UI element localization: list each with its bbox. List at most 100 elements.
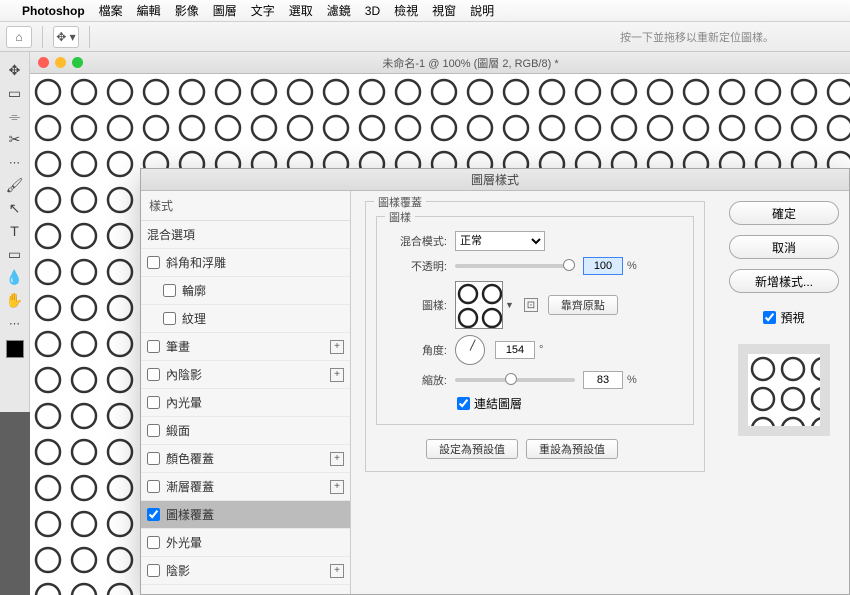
options-bar: ⌂ ✥ ▾ 按一下並拖移以重新定位圖樣。: [0, 22, 850, 52]
preview-thumbnail: [738, 344, 830, 436]
style-checkbox[interactable]: [147, 256, 160, 269]
style-checkbox[interactable]: [147, 480, 160, 493]
blend-options-row[interactable]: 混合選項: [141, 221, 350, 249]
menu-item[interactable]: 圖層: [213, 2, 237, 19]
add-effect-icon[interactable]: +: [330, 452, 344, 466]
more-icon[interactable]: ⋯: [2, 312, 28, 334]
document-titlebar: 未命名-1 @ 100% (圖層 2, RGB/8) *: [30, 52, 850, 74]
style-row[interactable]: 紋理: [141, 305, 350, 333]
link-layer-checkbox[interactable]: 連結圖層: [457, 395, 683, 412]
cancel-button[interactable]: 取消: [729, 235, 839, 259]
separator: [42, 26, 43, 48]
marquee-tool-icon[interactable]: ▭: [2, 82, 28, 104]
panel-dock: [0, 412, 30, 595]
ok-button[interactable]: 確定: [729, 201, 839, 225]
new-pattern-icon[interactable]: ⊡: [524, 298, 538, 312]
add-effect-icon[interactable]: +: [330, 368, 344, 382]
style-row[interactable]: 緞面: [141, 417, 350, 445]
menu-item[interactable]: 選取: [289, 2, 313, 19]
path-tool-icon[interactable]: ↖: [2, 197, 28, 219]
menu-item[interactable]: 說明: [470, 2, 494, 19]
angle-input[interactable]: 154: [495, 341, 535, 359]
type-tool-icon[interactable]: T: [2, 220, 28, 242]
style-checkbox[interactable]: [147, 424, 160, 437]
reset-default-button[interactable]: 重設為預設值: [526, 439, 618, 459]
opacity-slider[interactable]: [455, 264, 575, 268]
section-label: 圖樣覆蓋: [374, 194, 426, 210]
pattern-label: 圖樣:: [387, 297, 447, 313]
style-row[interactable]: 顏色覆蓋+: [141, 445, 350, 473]
style-row[interactable]: 內光暈: [141, 389, 350, 417]
close-window-icon[interactable]: [38, 57, 49, 68]
menu-item[interactable]: 檔案: [99, 2, 123, 19]
style-label: 輪廓: [182, 282, 344, 299]
style-checkbox[interactable]: [147, 396, 160, 409]
rectangle-tool-icon[interactable]: ▭: [2, 243, 28, 265]
style-row[interactable]: 圖樣覆蓋: [141, 501, 350, 529]
eyedropper-tool-icon[interactable]: 💧: [2, 266, 28, 288]
zoom-window-icon[interactable]: [72, 57, 83, 68]
menu-item[interactable]: 編輯: [137, 2, 161, 19]
style-row[interactable]: 漸層覆蓋+: [141, 473, 350, 501]
degree-label: °: [539, 344, 543, 356]
style-row[interactable]: 筆畫+: [141, 333, 350, 361]
style-row[interactable]: 陰影+: [141, 557, 350, 585]
style-checkbox[interactable]: [147, 564, 160, 577]
make-default-button[interactable]: 設定為預設值: [426, 439, 518, 459]
style-row[interactable]: 外光暈: [141, 529, 350, 557]
style-checkbox[interactable]: [147, 452, 160, 465]
hand-tool-icon[interactable]: ✋: [2, 289, 28, 311]
move-tool-icon[interactable]: ✥: [2, 59, 28, 81]
menu-item[interactable]: 影像: [175, 2, 199, 19]
style-checkbox[interactable]: [163, 284, 176, 297]
add-effect-icon[interactable]: +: [330, 480, 344, 494]
style-checkbox[interactable]: [147, 508, 160, 521]
snap-origin-button[interactable]: 靠齊原點: [548, 295, 618, 315]
menu-item[interactable]: 視窗: [432, 2, 456, 19]
menu-item[interactable]: 3D: [365, 4, 380, 18]
crop-tool-icon[interactable]: ✂: [2, 128, 28, 150]
foreground-color-swatch[interactable]: [6, 340, 24, 358]
style-checkbox[interactable]: [147, 340, 160, 353]
chevron-down-icon[interactable]: ▼: [505, 300, 514, 310]
style-label: 外光暈: [166, 534, 344, 551]
document-title: 未命名-1 @ 100% (圖層 2, RGB/8) *: [91, 55, 850, 71]
opacity-label: 不透明:: [387, 258, 447, 274]
brush-tool-icon[interactable]: 🖌: [2, 174, 28, 196]
style-checkbox[interactable]: [147, 536, 160, 549]
style-label: 陰影: [166, 562, 330, 579]
scale-slider[interactable]: [455, 378, 575, 382]
menu-item[interactable]: 檢視: [394, 2, 418, 19]
new-style-button[interactable]: 新增樣式...: [729, 269, 839, 293]
preview-input[interactable]: [763, 311, 776, 324]
preview-checkbox[interactable]: 預視: [763, 309, 804, 326]
style-checkbox[interactable]: [147, 368, 160, 381]
style-checkbox[interactable]: [163, 312, 176, 325]
style-row[interactable]: 輪廓: [141, 277, 350, 305]
home-button[interactable]: ⌂: [6, 26, 32, 48]
menu-item[interactable]: 文字: [251, 2, 275, 19]
blend-mode-label: 混合模式:: [387, 233, 447, 249]
move-tool-button[interactable]: ✥ ▾: [53, 26, 79, 48]
link-layer-input[interactable]: [457, 397, 470, 410]
separator: [89, 26, 90, 48]
blend-mode-select[interactable]: 正常: [455, 231, 545, 251]
dialog-buttons: 確定 取消 新增樣式... 預視: [719, 191, 849, 594]
add-effect-icon[interactable]: +: [330, 564, 344, 578]
style-label: 圖樣覆蓋: [166, 506, 344, 523]
dialog-title: 圖層樣式: [141, 169, 849, 191]
add-effect-icon[interactable]: +: [330, 340, 344, 354]
angle-dial[interactable]: [455, 335, 485, 365]
style-row[interactable]: 內陰影+: [141, 361, 350, 389]
style-row[interactable]: 斜角和浮雕: [141, 249, 350, 277]
style-label: 內光暈: [166, 394, 344, 411]
angle-label: 角度:: [387, 342, 447, 358]
scale-input[interactable]: 83: [583, 371, 623, 389]
dots-icon[interactable]: ⋯: [2, 151, 28, 173]
minimize-window-icon[interactable]: [55, 57, 66, 68]
opacity-input[interactable]: 100: [583, 257, 623, 275]
lasso-tool-icon[interactable]: ⌯: [2, 105, 28, 127]
pattern-swatch[interactable]: [455, 281, 503, 329]
scale-label: 縮放:: [387, 372, 447, 388]
menu-item[interactable]: 濾鏡: [327, 2, 351, 19]
